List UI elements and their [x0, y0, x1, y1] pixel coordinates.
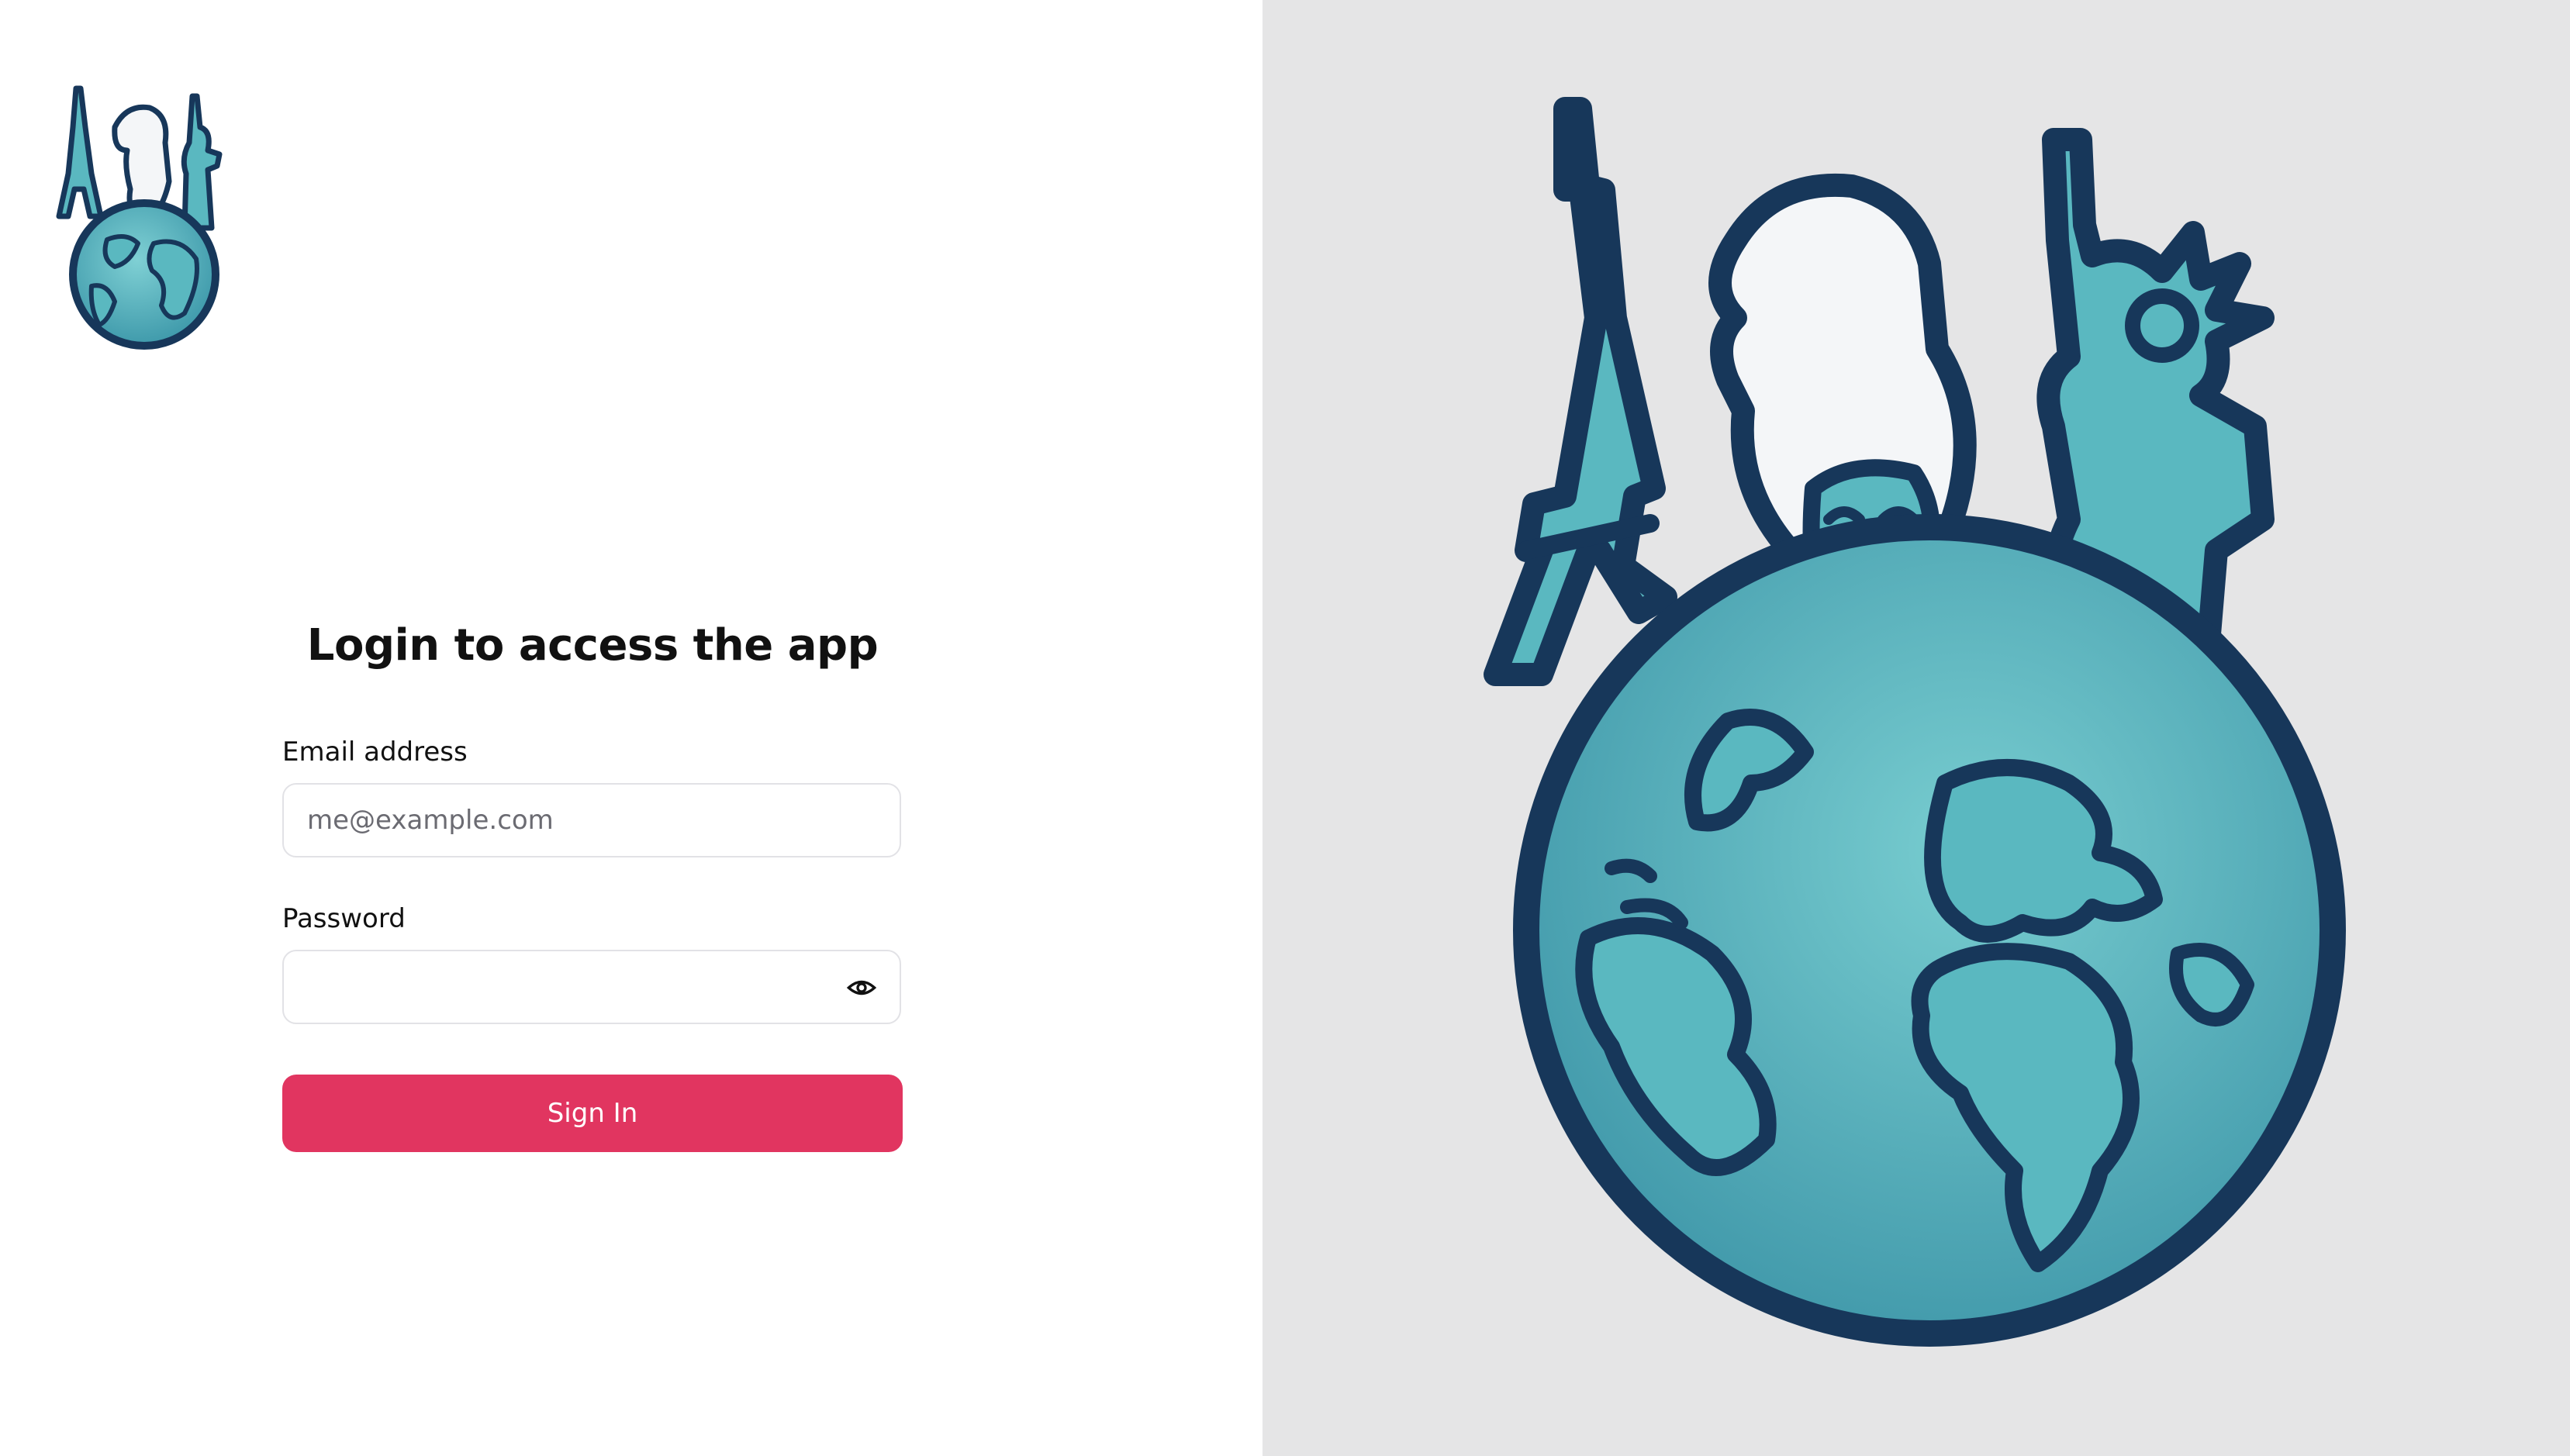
brand-logo [56, 85, 223, 350]
password-field-box [282, 950, 901, 1024]
password-input[interactable] [284, 951, 811, 1023]
hero-pane [1263, 0, 2570, 1456]
email-input[interactable] [284, 785, 811, 856]
password-label: Password [282, 903, 406, 934]
sign-in-button[interactable]: Sign In [282, 1075, 903, 1152]
page-title: Login to access the app [306, 620, 879, 671]
login-pane: Login to access the app Email address Pa… [0, 0, 1263, 1456]
email-field-box [282, 783, 901, 857]
email-label: Email address [282, 737, 468, 768]
eye-icon[interactable] [845, 971, 878, 1004]
globe-landmarks-illustration [1484, 97, 2346, 1347]
